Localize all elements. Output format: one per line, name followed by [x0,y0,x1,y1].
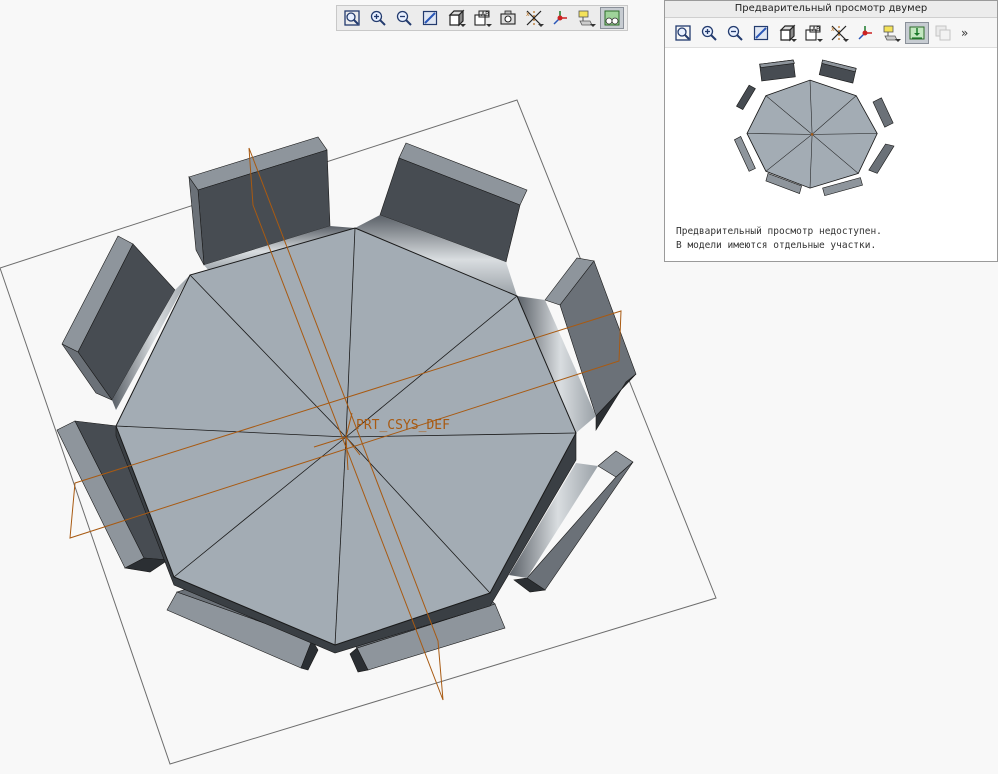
repaint-button[interactable] [749,22,773,44]
spin-center-button[interactable] [853,22,877,44]
repaint-icon [422,10,438,26]
spin-center-button[interactable] [548,7,572,29]
preview-fit-button[interactable] [905,21,929,44]
zoom-in-button[interactable] [697,22,721,44]
preview-toolbar: AB x » [665,18,997,48]
preview-message-line1: Предварительный просмотр недоступен. [676,226,882,237]
datum-display-button[interactable]: x [522,7,546,29]
zoom-in-icon [370,10,386,26]
saved-orientations-button[interactable]: AB [470,7,494,29]
graphics-toolbar: AB x [336,5,628,31]
zoom-fit-icon [675,24,691,41]
datum-display-button[interactable]: x [827,22,851,44]
spin-center-icon [858,25,872,40]
zoom-out-button[interactable] [392,7,416,29]
preview-panel-title: Предварительный просмотр двумер [665,1,997,18]
display-style-button[interactable] [775,22,799,44]
display-style-button[interactable] [444,7,468,29]
svg-text:x: x [831,26,835,33]
annotation-display-button[interactable] [574,7,598,29]
view-manager-icon [500,10,516,25]
dropdown-arrow-icon[interactable] [791,38,797,42]
refit-button[interactable] [671,22,695,44]
dropdown-arrow-icon[interactable] [486,24,492,27]
zoom-in-icon [701,25,717,41]
refit-button[interactable] [340,7,364,29]
preview-message-line2: В модели имеются отдельные участки. [676,240,877,251]
appearance-gallery-button[interactable] [600,7,624,29]
repaint-button[interactable] [418,7,442,29]
preview-overlay-button[interactable] [931,22,955,44]
dropdown-arrow-icon[interactable] [460,24,466,27]
repaint-icon [753,25,769,40]
preview-fit-icon [909,26,925,39]
csys-label: PRT_CSYS_DEF [356,418,450,433]
dropdown-arrow-icon[interactable] [817,38,823,42]
spin-center-icon [553,11,567,25]
dropdown-arrow-icon[interactable] [895,38,901,42]
appearance-gallery-icon [604,10,620,26]
saved-orientations-button[interactable]: AB [801,22,825,44]
zoom-out-icon [727,25,743,41]
zoom-in-button[interactable] [366,7,390,29]
preview-overlay-icon [935,25,951,40]
preview-2d-panel: Предварительный просмотр двумер AB x » Пр… [664,0,998,262]
annotation-display-button[interactable] [879,22,903,44]
view-manager-button[interactable] [496,7,520,29]
dropdown-arrow-icon[interactable] [843,38,849,42]
dropdown-arrow-icon[interactable] [590,24,596,27]
toolbar-overflow-button[interactable]: » [961,26,968,40]
zoom-out-icon [396,10,412,26]
dropdown-arrow-icon[interactable] [538,24,544,27]
svg-text:x: x [526,11,530,18]
preview-unavailable-message: Предварительный просмотр недоступен. В м… [676,225,882,253]
zoom-fit-icon [344,10,360,26]
zoom-out-button[interactable] [723,22,747,44]
